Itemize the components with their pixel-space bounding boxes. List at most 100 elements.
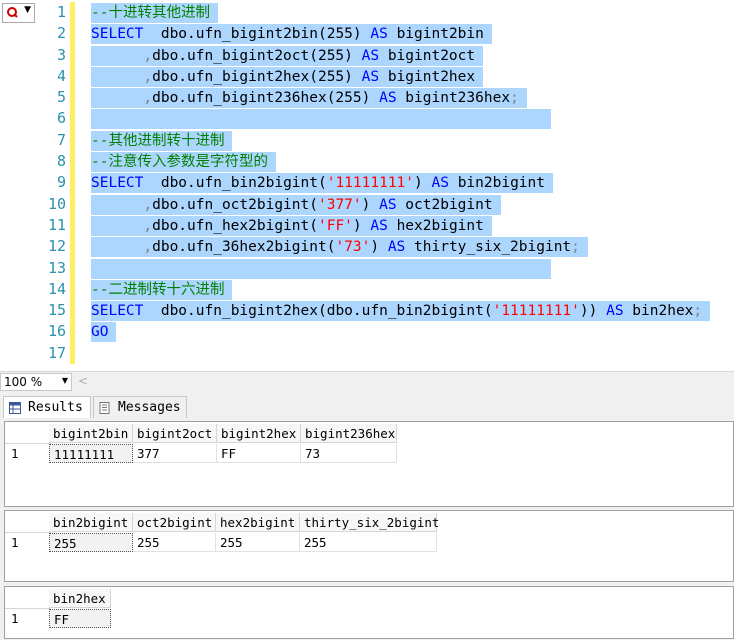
sql-token: ; [693, 303, 703, 320]
column-header[interactable]: hex2bigint [216, 513, 300, 532]
code-text: --其他进制转十进制 [91, 130, 233, 151]
change-marker [70, 300, 75, 322]
row-number[interactable]: 1 [11, 533, 19, 552]
sql-keyword: AS [387, 239, 406, 256]
results-tabs: Results Messages [0, 393, 734, 419]
column-header[interactable]: bigint2bin [49, 424, 133, 443]
column-header[interactable]: bin2hex [49, 589, 111, 608]
sql-token: dbo.ufn_bin2bigint( [143, 175, 327, 192]
sql-keyword: GO [91, 324, 109, 341]
code-text: --二进制转十六进制 [91, 279, 233, 300]
column-header[interactable]: bigint2oct [133, 424, 217, 443]
sql-token: bin2hex [623, 303, 694, 320]
sql-keyword: SELECT [91, 175, 144, 192]
code-text: ,dbo.ufn_36hex2bigint('73') AS thirty_si… [91, 237, 588, 258]
change-marker [70, 129, 75, 152]
line-number: 8 [56, 152, 66, 171]
sql-keyword: SELECT [91, 303, 144, 320]
sql-comment: --十进转其他进制 [91, 5, 210, 21]
zoom-dropdown[interactable]: 100 % ▼ [0, 373, 72, 391]
line-number: 3 [56, 45, 66, 64]
result-grid[interactable]: bin2hex 1 FF [4, 586, 734, 639]
table-cell[interactable]: FF [217, 444, 301, 463]
tab-messages-label: Messages [118, 400, 181, 415]
change-marker [70, 342, 75, 365]
line-number: 4 [56, 66, 66, 85]
tab-results[interactable]: Results [3, 396, 91, 418]
table-cell[interactable]: FF [49, 609, 111, 628]
column-header[interactable]: thirty_six_2bigint [300, 513, 439, 532]
line-number: 16 [47, 322, 66, 341]
sql-keyword: AS [370, 26, 388, 43]
line-number: 13 [47, 258, 66, 277]
sql-keyword: SELECT [91, 26, 144, 43]
change-marker [70, 151, 75, 173]
table-cell[interactable]: 255 [216, 533, 300, 552]
tab-messages[interactable]: Messages [93, 396, 187, 418]
row-number[interactable]: 1 [11, 609, 19, 628]
change-marker [70, 236, 75, 258]
line-number: 2 [56, 24, 66, 43]
change-marker [70, 2, 75, 24]
tab-results-label: Results [28, 400, 83, 415]
sql-token: , [91, 68, 153, 85]
table-cell[interactable]: 255 [133, 533, 216, 552]
sql-token: dbo.ufn_hex2bigint( [152, 217, 318, 234]
column-header[interactable]: bigint2hex [217, 424, 301, 443]
editor-status-bar: 100 % ▼ < [0, 371, 734, 393]
column-header[interactable]: bigint236hex [301, 424, 397, 443]
result-grid[interactable]: bin2bigint oct2bigint hex2bigint thirty_six… [4, 510, 734, 582]
sql-token: , [91, 196, 153, 213]
messages-icon [99, 402, 110, 414]
results-pane: bigint2bin bigint2oct bigint2hex bigint236h… [0, 419, 734, 640]
table-cell[interactable]: 255 [300, 533, 437, 552]
sql-string: '377' [317, 196, 362, 213]
sql-editor[interactable]: ▼ 1 --十进转其他进制 2 SELECT dbo.ufn_bigint2bin(2… [0, 0, 734, 371]
sql-token: dbo.ufn_oct2bigint( [152, 196, 318, 213]
sql-comment: --二进制转十六进制 [91, 281, 225, 298]
table-cell[interactable]: 255 [49, 533, 133, 552]
row-number[interactable]: 1 [11, 444, 19, 463]
grid-corner [5, 424, 51, 444]
sql-token: bin2bigint [448, 175, 545, 192]
sql-keyword: AS [606, 303, 624, 320]
chevron-down-icon: ▼ [61, 376, 68, 385]
sql-token: bigint2hex [379, 68, 476, 85]
grid-icon [9, 402, 21, 414]
result-grid[interactable]: bigint2bin bigint2oct bigint2hex bigint236h… [4, 421, 734, 507]
sql-string: '73' [335, 239, 371, 256]
line-number: 5 [56, 88, 66, 107]
sql-keyword: AS [379, 196, 397, 213]
sql-token: dbo.ufn_36hex2bigint( [152, 239, 336, 256]
grid-corner [5, 589, 51, 609]
sql-token: oct2bigint [396, 196, 493, 213]
sql-token: dbo.ufn_bigint2hex(255) [152, 68, 362, 85]
code-text: SELECT dbo.ufn_bigint2bin(255) AS bigint… [91, 24, 492, 45]
scroll-left-icon[interactable]: < [78, 374, 88, 388]
column-header[interactable]: bin2bigint [49, 513, 133, 532]
table-cell[interactable]: 377 [133, 444, 217, 463]
line-number: 17 [47, 343, 66, 362]
code-text: ,dbo.ufn_bigint2oct(255) AS bigint2oct [91, 45, 484, 66]
sql-token: , [91, 239, 153, 256]
table-cell[interactable]: 11111111 [49, 444, 133, 463]
change-marker [70, 44, 75, 66]
line-number: 1 [56, 3, 66, 21]
table-cell[interactable]: 73 [301, 444, 397, 463]
column-header[interactable]: oct2bigint [133, 513, 216, 532]
sql-token: dbo.ufn_bigint2oct(255) [152, 47, 362, 64]
change-marker [70, 214, 75, 237]
code-text: ,dbo.ufn_hex2bigint('FF') AS hex2bigint [91, 215, 492, 236]
line-number: 10 [47, 194, 66, 213]
change-marker [70, 257, 75, 279]
code-text [91, 109, 551, 130]
sql-keyword: AS [361, 68, 380, 85]
sql-token: ; [510, 90, 519, 107]
zoom-value: 100 % [4, 375, 43, 389]
line-number: 6 [56, 109, 66, 128]
sql-keyword: AS [379, 90, 397, 107]
sql-token: ) [352, 217, 371, 234]
change-marker [70, 172, 75, 194]
sql-token: )) [579, 303, 607, 320]
object-selector-dropdown[interactable]: ▼ [2, 3, 35, 23]
